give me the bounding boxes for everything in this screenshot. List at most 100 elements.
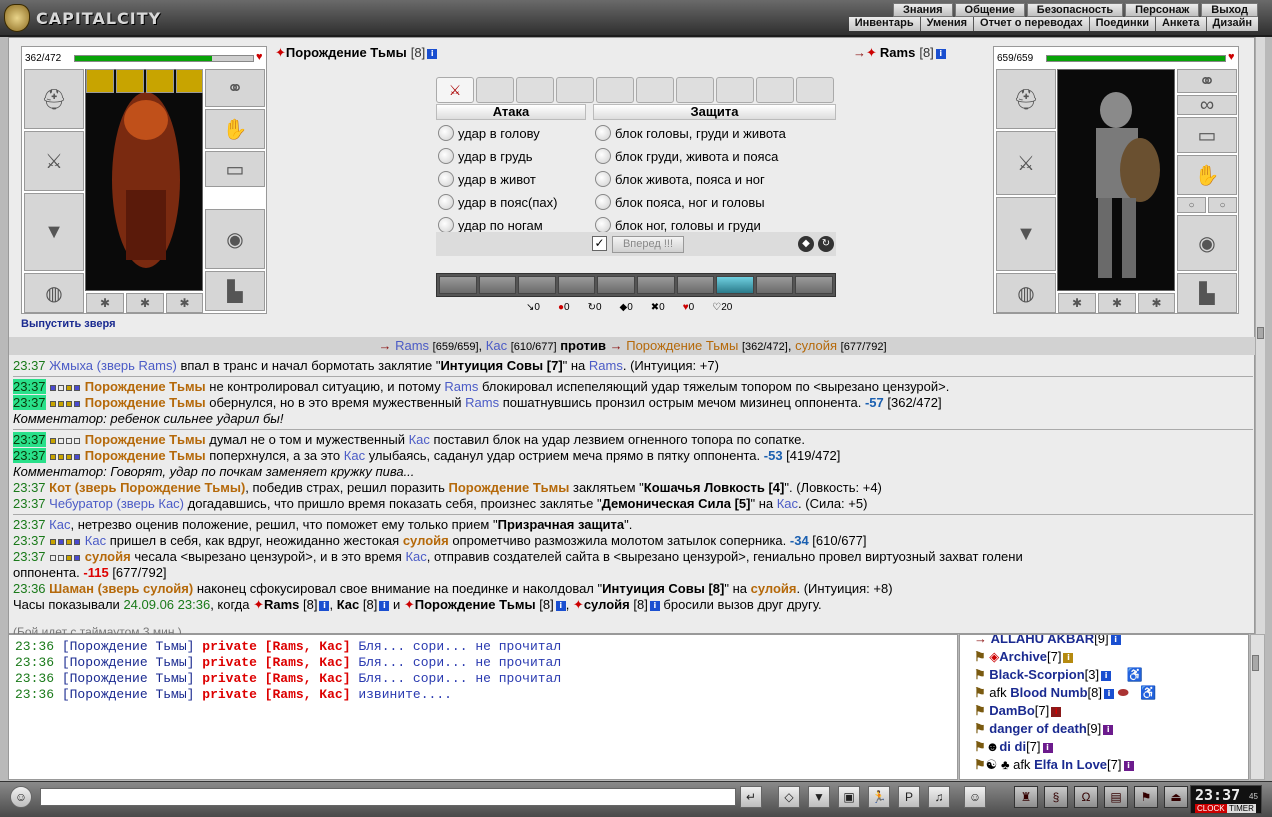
radio-button[interactable]: [595, 171, 611, 187]
tab-empty[interactable]: [796, 77, 834, 103]
scrollbar-thumb[interactable]: [1252, 655, 1259, 671]
radio-button[interactable]: [438, 148, 454, 164]
skill-slot[interactable]: [478, 276, 517, 294]
helmet-slot[interactable]: ⛑: [24, 69, 84, 129]
forward-button[interactable]: Вперед !!!: [612, 236, 684, 253]
bracers-slot[interactable]: ▭: [205, 151, 265, 187]
helmet-slot[interactable]: ⛑: [996, 69, 1056, 129]
skill-slot[interactable]: [597, 276, 635, 294]
ring-slot-4[interactable]: [176, 69, 203, 93]
user-item[interactable]: ⚑☻di di[7] i: [974, 739, 1053, 755]
clear-icon[interactable]: ◇: [778, 786, 800, 808]
skill-slot[interactable]: [795, 276, 833, 294]
shield-slot[interactable]: ◉: [205, 209, 265, 269]
menu-security[interactable]: Безопасность: [1026, 3, 1124, 17]
chat-input[interactable]: [40, 788, 736, 806]
left-fighter-name[interactable]: ✦Порождение Тьмы [8] i: [275, 45, 438, 61]
attack-option-belly[interactable]: удар в живот: [438, 169, 536, 189]
attack-option-chest[interactable]: удар в грудь: [438, 146, 533, 166]
user-item[interactable]: ⚑☯ ♣ afk Elfa In Love[7] i: [974, 757, 1134, 773]
info-icon[interactable]: i: [555, 600, 566, 611]
menu-character[interactable]: Персонаж: [1125, 3, 1200, 17]
rune-slot-3[interactable]: ✱: [1138, 293, 1175, 313]
rune-slot-3[interactable]: ✱: [166, 293, 203, 313]
boots-slot[interactable]: ▙: [205, 271, 265, 311]
user-item[interactable]: ⚑ ◈Archive[7] i: [974, 649, 1074, 665]
lock-icon[interactable]: ▤: [1104, 786, 1128, 808]
defense-option-3[interactable]: блок живота, пояса и ног: [595, 169, 765, 189]
defense-option-4[interactable]: блок пояса, ног и головы: [595, 192, 765, 212]
user-item[interactable]: → ALLAHU AKBAR[9] i: [974, 635, 1121, 646]
menu-communication[interactable]: Общение: [954, 3, 1025, 17]
radio-button[interactable]: [595, 217, 611, 233]
armor-slot[interactable]: ▼: [24, 193, 84, 271]
users-scrollbar[interactable]: [1250, 634, 1265, 780]
radio-button[interactable]: [438, 217, 454, 233]
amulet-slot[interactable]: ⚭: [205, 69, 265, 107]
chat-mode-icon[interactable]: ☺: [10, 786, 32, 808]
music-icon[interactable]: ♫: [928, 786, 950, 808]
radio-button[interactable]: [438, 171, 454, 187]
tab-empty[interactable]: [516, 77, 554, 103]
helmet-icon[interactable]: Ω: [1074, 786, 1098, 808]
tab-empty[interactable]: [716, 77, 754, 103]
user-item[interactable]: ⚑ danger of death[9] i: [974, 721, 1114, 737]
ring-slot-3[interactable]: [146, 69, 174, 93]
bag-icon[interactable]: ♜: [1014, 786, 1038, 808]
rune-slot-2[interactable]: ✱: [1098, 293, 1136, 313]
right-fighter-name[interactable]: →✦ Rams [8] i: [853, 45, 946, 61]
belt-slot[interactable]: ◍: [996, 273, 1056, 313]
filter-icon[interactable]: ▼: [808, 786, 830, 808]
auto-checkbox[interactable]: ✓: [592, 236, 607, 251]
skill-slot[interactable]: [518, 276, 556, 294]
shield-slot[interactable]: ◉: [1177, 215, 1237, 271]
radio-button[interactable]: [595, 194, 611, 210]
user-item[interactable]: ⚑ DamBo[7] i: [974, 703, 1062, 719]
gloves-slot[interactable]: ✋: [1177, 155, 1237, 195]
tab-empty[interactable]: [476, 77, 514, 103]
info-icon[interactable]: i: [935, 48, 946, 59]
tab-empty[interactable]: [596, 77, 634, 103]
ring-slot-1[interactable]: [86, 69, 114, 93]
flag-icon[interactable]: ⚑: [1134, 786, 1158, 808]
tab-empty[interactable]: [556, 77, 594, 103]
amulet-slot[interactable]: ⚭: [1177, 69, 1237, 93]
ring-slot-2[interactable]: [116, 69, 144, 93]
right-fighter-avatar[interactable]: [1057, 69, 1175, 291]
send-icon[interactable]: ↵: [740, 786, 762, 808]
radio-button[interactable]: [438, 125, 454, 141]
skill-slot[interactable]: [557, 276, 596, 294]
private-public-icon[interactable]: P: [898, 786, 920, 808]
info-icon[interactable]: i: [427, 48, 438, 59]
boots-slot[interactable]: ▙: [1177, 273, 1237, 313]
attack-option-groin[interactable]: удар в пояс(пах): [438, 192, 557, 212]
menu-exit[interactable]: Выход: [1201, 3, 1258, 17]
shield-icon[interactable]: ◆: [798, 236, 814, 252]
tab-empty[interactable]: [676, 77, 714, 103]
skill-slot[interactable]: [755, 276, 794, 294]
release-beast-link[interactable]: Выпустить зверя: [21, 318, 116, 330]
menu-transfers-report[interactable]: Отчет о переводах: [974, 17, 1090, 31]
earrings-slot[interactable]: ∞: [1177, 94, 1237, 116]
main-scrollbar[interactable]: [1255, 37, 1265, 634]
skill-slot[interactable]: [676, 276, 715, 294]
defense-option-2[interactable]: блок груди, живота и пояса: [595, 146, 778, 166]
rune-slot-2[interactable]: ✱: [126, 293, 164, 313]
scroll-icon[interactable]: §: [1044, 786, 1068, 808]
refresh-icon[interactable]: ↻: [818, 236, 834, 252]
ring-slot-1[interactable]: ○: [1177, 197, 1206, 213]
menu-skills[interactable]: Умения: [920, 17, 975, 31]
gloves-slot[interactable]: ✋: [205, 109, 265, 149]
armor-slot[interactable]: ▼: [996, 197, 1056, 271]
rune-slot-1[interactable]: ✱: [1058, 293, 1096, 313]
info-icon[interactable]: i: [379, 600, 390, 611]
radio-button[interactable]: [438, 194, 454, 210]
skill-slot[interactable]: [636, 276, 675, 294]
defense-option-1[interactable]: блок головы, груди и живота: [595, 123, 786, 143]
info-icon[interactable]: i: [319, 600, 330, 611]
skill-slot[interactable]: [439, 276, 477, 294]
info-icon[interactable]: i: [649, 600, 660, 611]
skill-slot-active[interactable]: [716, 276, 754, 294]
bracers-slot[interactable]: ▭: [1177, 117, 1237, 153]
run-icon[interactable]: 🏃: [868, 786, 890, 808]
